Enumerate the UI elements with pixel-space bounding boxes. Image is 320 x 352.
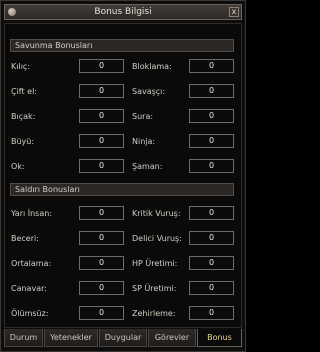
attack-right-value: 0 <box>189 206 234 220</box>
defense-section-header: Savunma Bonusları <box>10 39 234 52</box>
defense-left-label: Büyü: <box>11 137 35 146</box>
attack-right-label: Kritik Vuruş: <box>132 209 181 218</box>
defense-left-label: Ok: <box>11 162 25 171</box>
attack-section-header: Saldırı Bonusları <box>10 183 234 196</box>
attack-left-label: Yarı İnsan: <box>11 209 53 218</box>
attack-left-value: 0 <box>79 256 124 270</box>
defense-left-value: 0 <box>79 59 124 73</box>
tab-durum[interactable]: Durum <box>4 329 43 347</box>
defense-right-label: Savaşçı: <box>132 87 166 96</box>
defense-left-value: 0 <box>79 84 124 98</box>
defense-right-label: Sura: <box>132 112 154 121</box>
defense-left-value: 0 <box>79 134 124 148</box>
attack-right-value: 0 <box>189 306 234 320</box>
defense-right-label: Bloklama: <box>132 62 172 71</box>
defense-right-value: 0 <box>189 84 234 98</box>
attack-left-value: 0 <box>79 231 124 245</box>
window-title: Bonus Bilgisi <box>94 7 152 17</box>
attack-right-value: 0 <box>189 231 234 245</box>
defense-right-label: Ninja: <box>132 137 156 146</box>
character-tabs: Durum Yetenekler Duygular Görevler Bonus <box>4 329 242 349</box>
attack-right-label: Delici Vuruş: <box>132 234 182 243</box>
attack-left-label: Beceri: <box>11 234 39 243</box>
defense-left-value: 0 <box>79 159 124 173</box>
attack-right-label: Zehirleme: <box>132 309 176 318</box>
defense-right-label: Şaman: <box>132 162 163 171</box>
attack-left-value: 0 <box>79 306 124 320</box>
tab-yetenekler[interactable]: Yetenekler <box>44 329 98 347</box>
defense-left-label: Çift el: <box>11 87 38 96</box>
attack-right-value: 0 <box>189 281 234 295</box>
attack-left-value: 0 <box>79 206 124 220</box>
close-button[interactable]: x <box>229 7 239 17</box>
defense-right-value: 0 <box>189 159 234 173</box>
bonus-panel: Savunma Bonusları Kılıç: 0 Bloklama: 0 Ç… <box>4 23 242 328</box>
defense-left-label: Bıçak: <box>11 112 36 121</box>
tab-bonus[interactable]: Bonus <box>197 329 242 347</box>
attack-right-value: 0 <box>189 256 234 270</box>
attack-left-value: 0 <box>79 281 124 295</box>
tab-gorevler[interactable]: Görevler <box>148 329 196 347</box>
defense-right-value: 0 <box>189 59 234 73</box>
defense-left-label: Kılıç: <box>11 62 31 71</box>
attack-left-label: Ortalama: <box>11 259 52 268</box>
bonus-info-window: Bonus Bilgisi x Savunma Bonusları Kılıç:… <box>0 0 246 352</box>
defense-right-value: 0 <box>189 109 234 123</box>
attack-right-label: SP Üretimi: <box>132 284 177 293</box>
defense-left-value: 0 <box>79 109 124 123</box>
tab-duygular[interactable]: Duygular <box>99 329 147 347</box>
defense-right-value: 0 <box>189 134 234 148</box>
attack-right-label: HP Üretimi: <box>132 259 178 268</box>
title-bar[interactable]: Bonus Bilgisi x <box>4 4 242 20</box>
attack-left-label: Ölümsüz: <box>11 309 49 318</box>
attack-left-label: Canavar: <box>11 284 47 293</box>
